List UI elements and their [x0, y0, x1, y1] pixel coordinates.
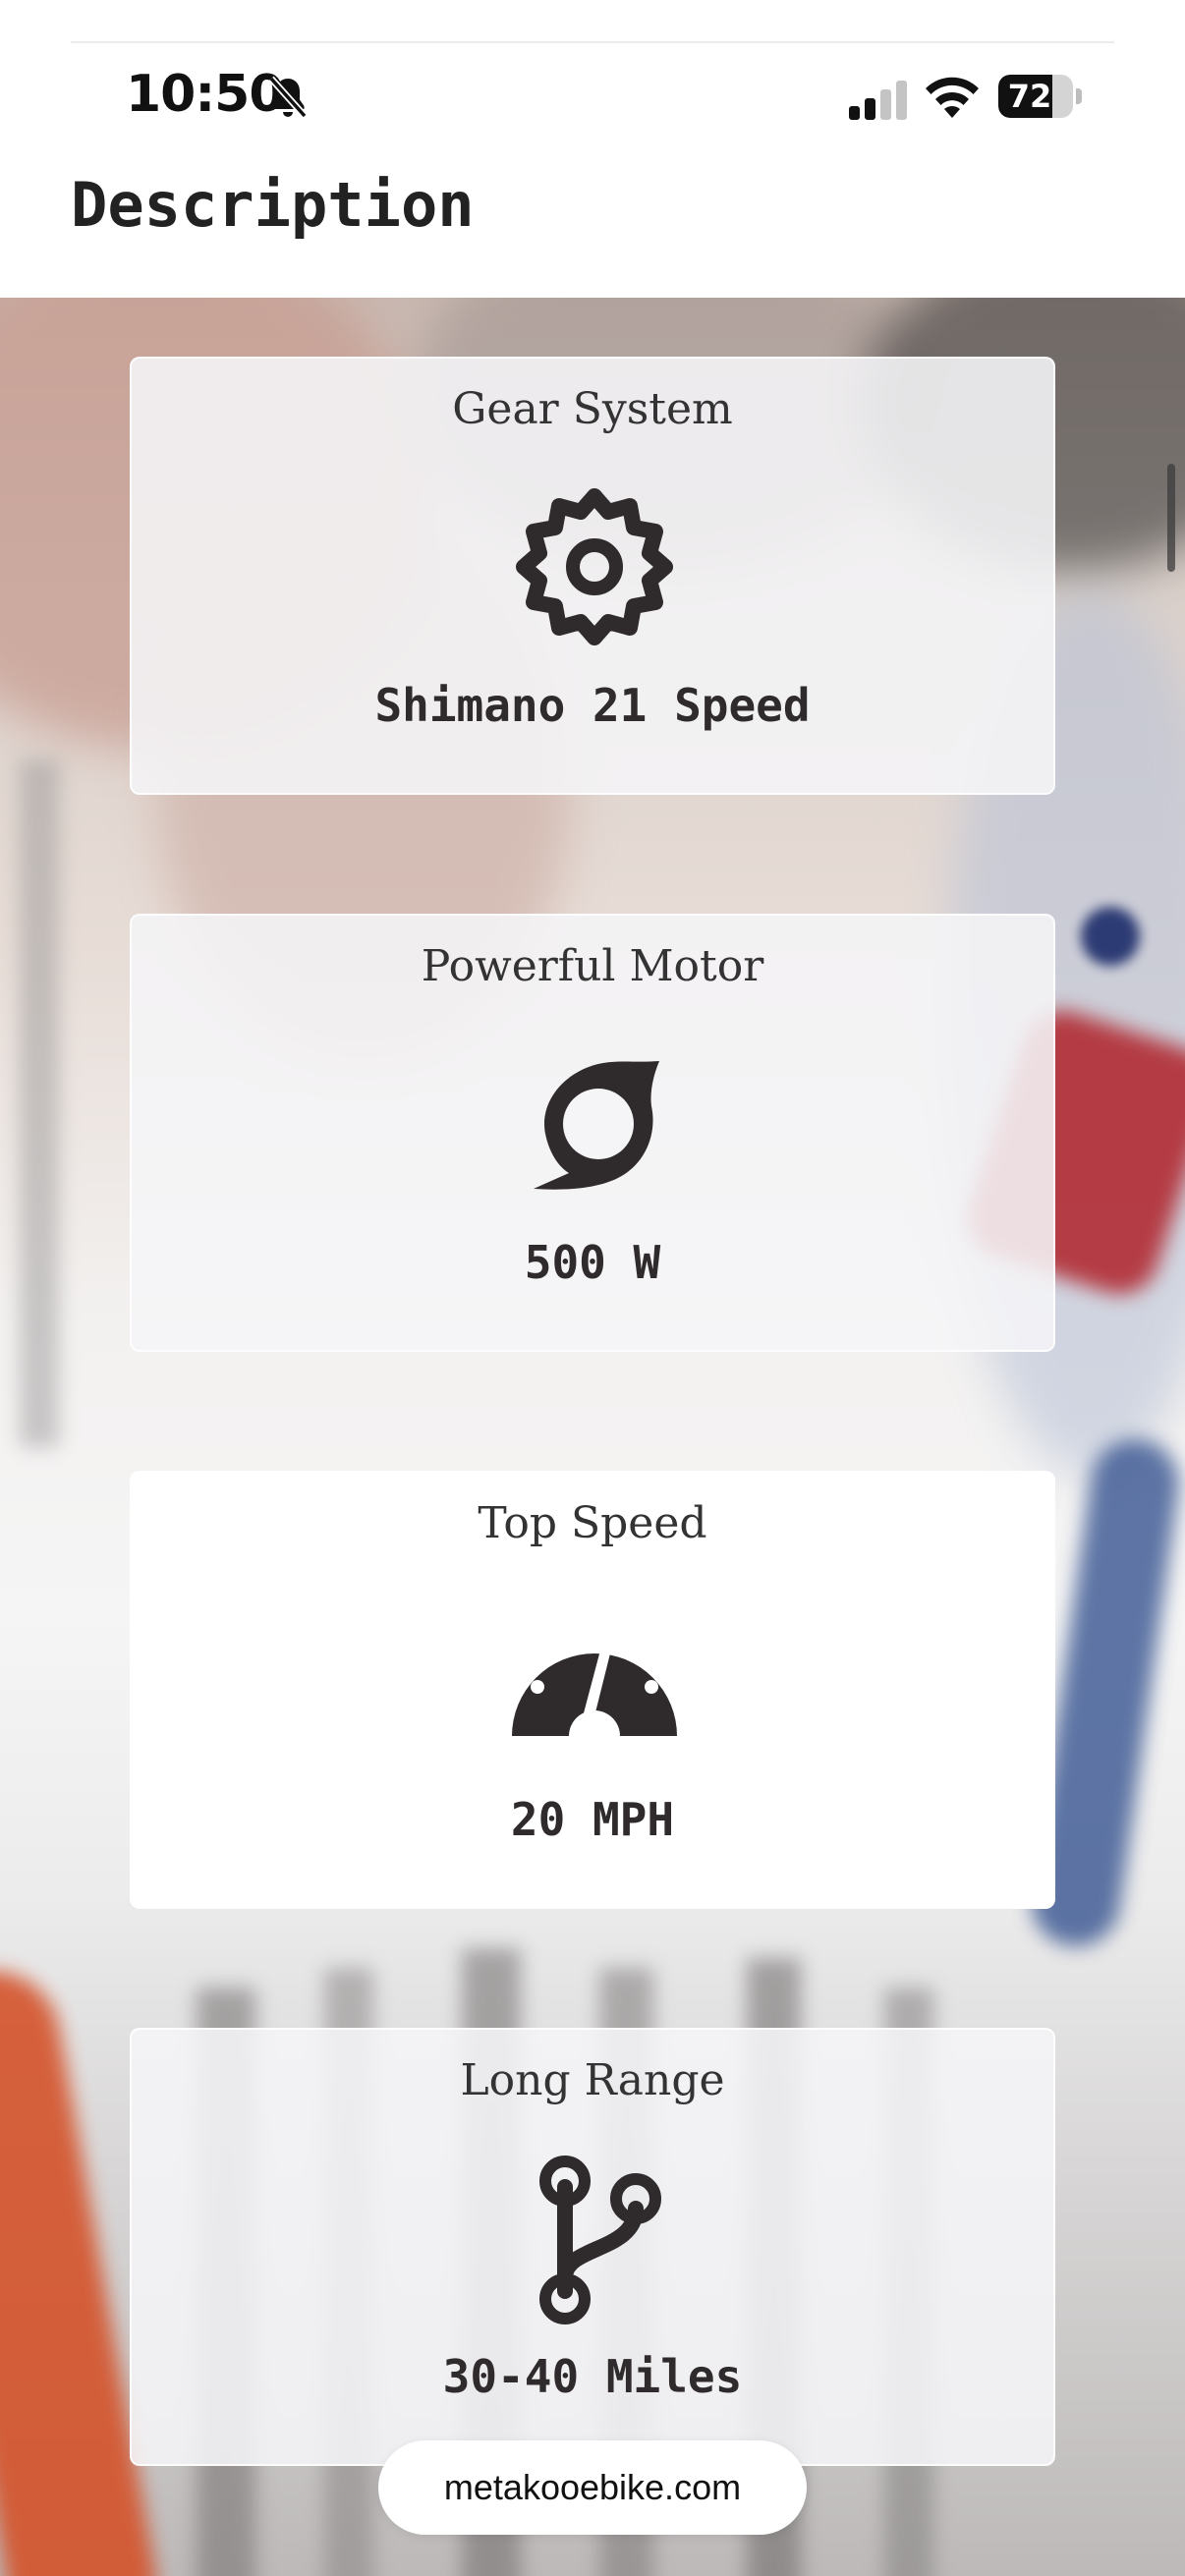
spec-card-gear-system: Gear System Shimano 21 Speed: [130, 357, 1055, 795]
battery-icon: 72: [998, 75, 1082, 118]
spec-card-title: Powerful Motor: [421, 941, 764, 991]
page-title: Description: [71, 169, 475, 241]
address-bar[interactable]: metakooebike.com: [378, 2440, 807, 2535]
screen: 10:50 72 Description Gear System Shimano…: [0, 0, 1185, 2576]
spec-card-title: Top Speed: [478, 1498, 707, 1548]
gear-icon: [516, 488, 673, 645]
cellular-signal-icon: [849, 81, 907, 120]
wifi-icon: [926, 77, 979, 118]
spec-card-value: 500 W: [524, 1236, 661, 1289]
branch-route-icon: [539, 2156, 661, 2324]
spec-card-title: Long Range: [460, 2055, 725, 2105]
spec-card-value: 20 MPH: [510, 1793, 675, 1846]
battery-percentage: 72: [1007, 78, 1052, 115]
spec-card-long-range: Long Range 30-40 Miles: [130, 2028, 1055, 2466]
address-bar-url: metakooebike.com: [443, 2467, 742, 2507]
spec-card-title: Gear System: [452, 384, 733, 434]
status-time: 10:50: [126, 65, 285, 124]
spec-card-value: 30-40 Miles: [442, 2350, 743, 2403]
spec-card-powerful-motor: Powerful Motor 500 W: [130, 914, 1055, 1352]
status-bar: 10:50 72: [0, 59, 1185, 138]
top-divider: [71, 41, 1114, 43]
motor-swirl-icon: [534, 1061, 659, 1190]
bell-slash-icon: [268, 76, 308, 119]
spec-card-value: Shimano 21 Speed: [374, 679, 811, 732]
speedometer-icon: [512, 1628, 677, 1736]
spec-card-top-speed: Top Speed 20 MPH: [130, 1471, 1055, 1909]
scroll-indicator[interactable]: [1167, 464, 1175, 572]
